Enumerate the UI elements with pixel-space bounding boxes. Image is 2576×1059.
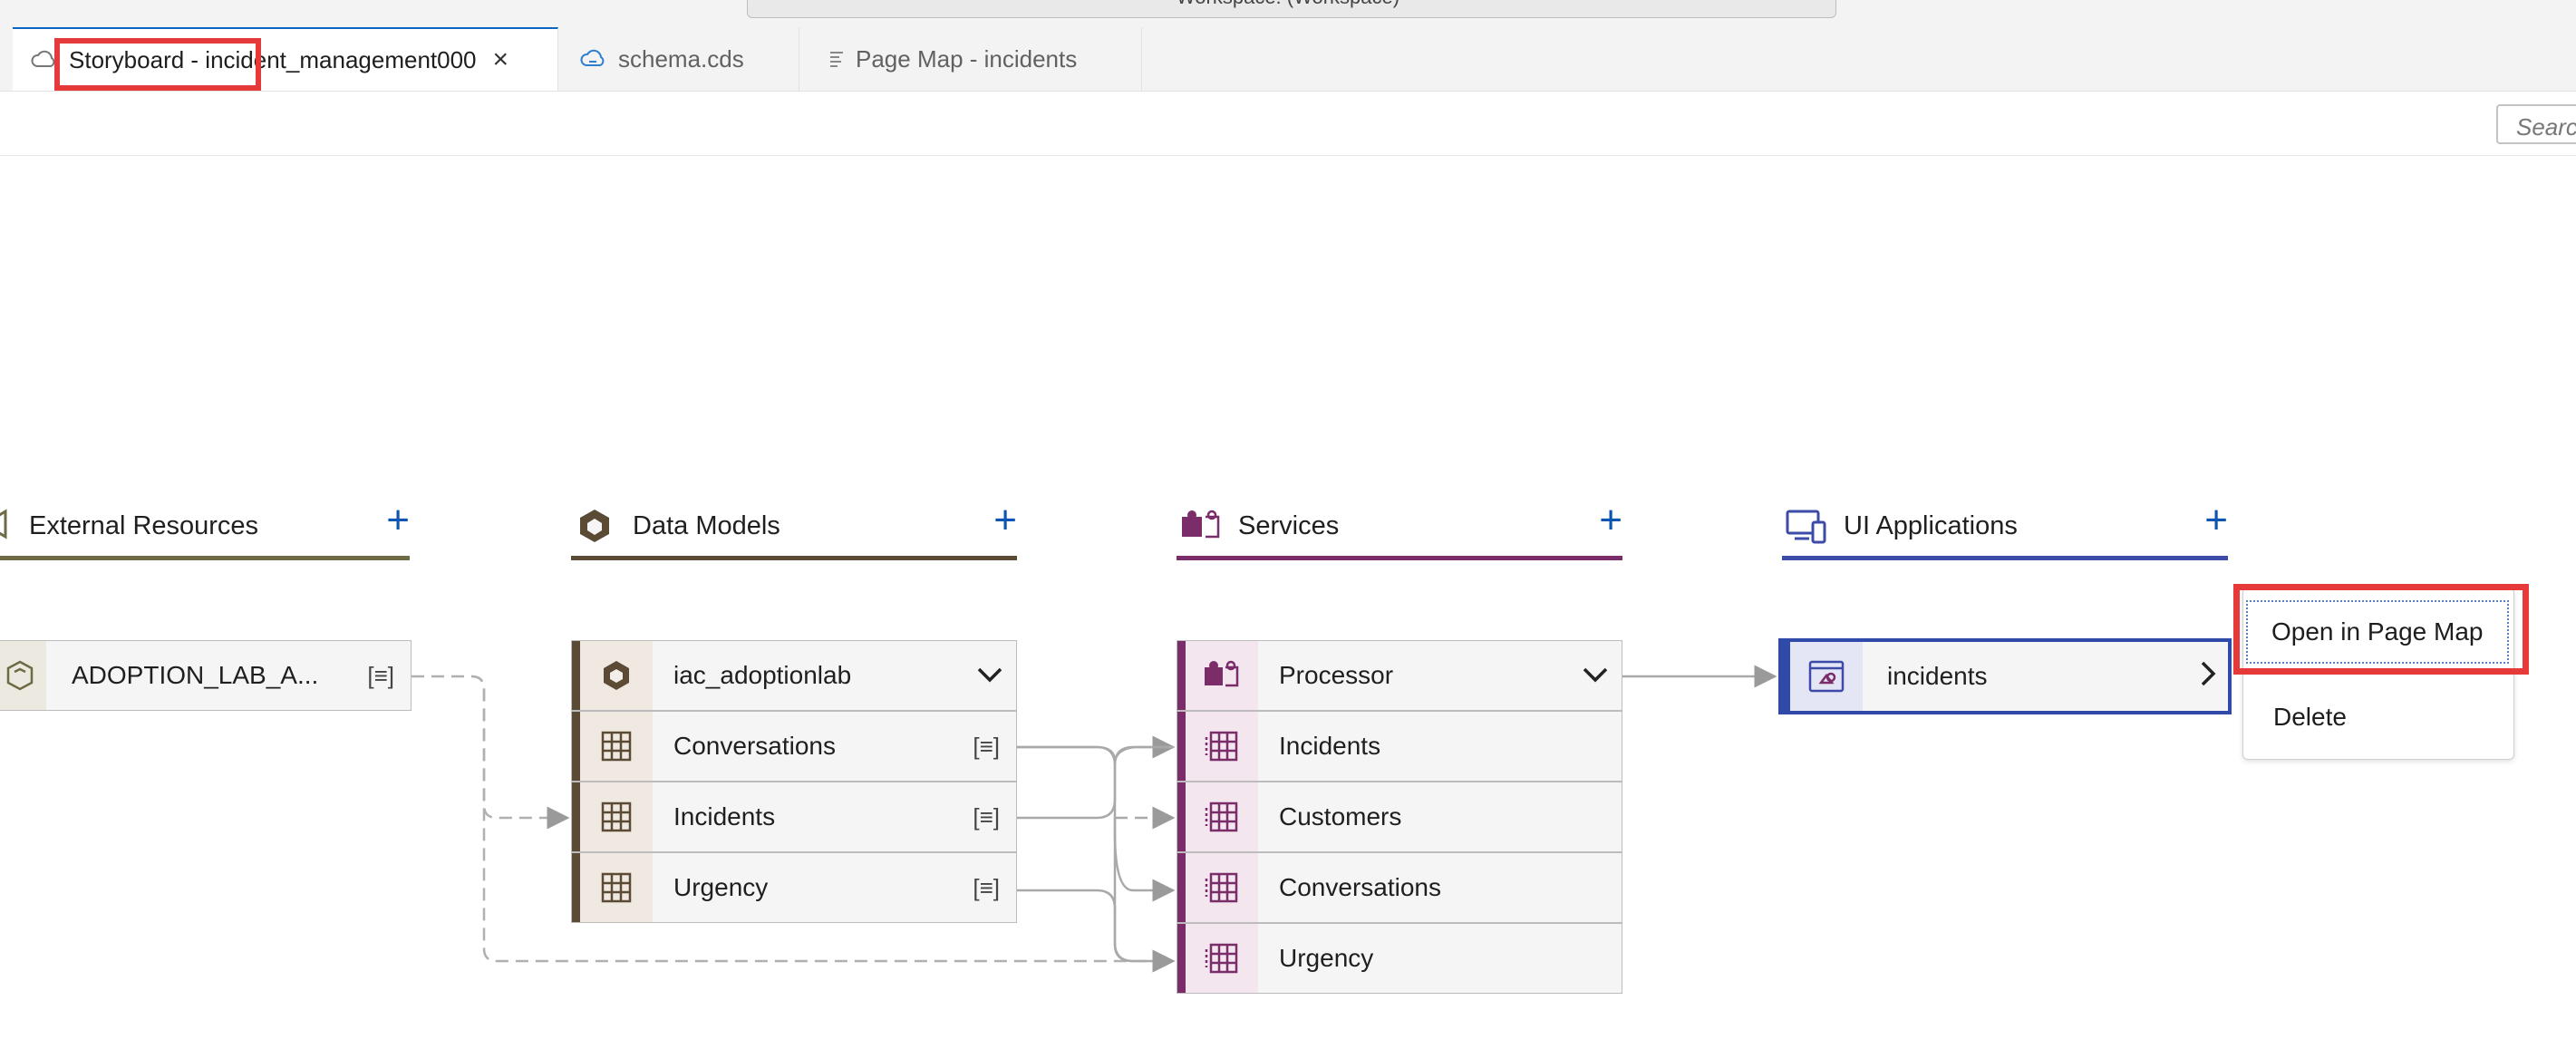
column-title: UI Applications (1844, 511, 2018, 540)
node-label: Conversations (673, 732, 836, 760)
column-header-data-models: Data Models + (571, 500, 1017, 560)
details-icon[interactable]: [≡] (367, 662, 394, 690)
data-model-entity-node[interactable]: Conversations [≡] (571, 711, 1017, 782)
add-service-button[interactable]: + (1599, 500, 1622, 540)
column-title: Services (1238, 511, 1340, 540)
details-icon[interactable]: [≡] (973, 874, 1000, 902)
solid-connector (1113, 818, 1176, 902)
service-entity-node[interactable]: Urgency (1177, 923, 1622, 994)
service-entity-node[interactable]: Conversations (1177, 852, 1622, 923)
service-puzzle-icon (1180, 506, 1220, 546)
column-title: Data Models (633, 511, 780, 540)
node-label: iac_adoptionlab (673, 661, 852, 689)
column-header-ui-applications: UI Applications + (1782, 500, 2228, 560)
column-underline (0, 556, 410, 560)
data-model-group-node[interactable]: iac_adoptionlab (571, 640, 1017, 711)
node-strip (572, 712, 580, 781)
service-entity-icon (1186, 924, 1258, 993)
node-label: Conversations (1279, 873, 1441, 901)
external-resource-node[interactable]: ADOPTION_LAB_A... [≡] (0, 640, 412, 711)
chevron-right-icon[interactable] (2199, 660, 2217, 694)
ui-application-node[interactable]: incidents (1778, 638, 2232, 714)
column-underline (1782, 556, 2228, 560)
node-label: Urgency (1279, 944, 1374, 972)
node-strip (1177, 924, 1186, 993)
data-model-entity-node[interactable]: Incidents [≡] (571, 782, 1017, 852)
details-icon[interactable]: [≡] (973, 803, 1000, 831)
ui-application-devices-icon (1786, 506, 1826, 546)
solid-connector (1017, 735, 1176, 763)
service-group-node[interactable]: Processor (1177, 640, 1622, 711)
data-model-entity-node[interactable]: Urgency [≡] (571, 852, 1017, 923)
service-entity-node[interactable]: Incidents (1177, 711, 1622, 782)
column-title: External Resources (29, 511, 259, 540)
chevron-down-icon[interactable] (976, 662, 1003, 690)
service-entity-node[interactable]: Customers (1177, 782, 1622, 852)
table-grid-icon (580, 853, 653, 922)
column-header-services: Services + (1177, 500, 1622, 560)
column-header-external-resources: External Resources + (0, 500, 410, 560)
node-strip (572, 782, 580, 851)
node-label: Incidents (673, 802, 776, 831)
table-grid-icon (580, 712, 653, 781)
service-entity-icon (1186, 782, 1258, 851)
dashed-connector (412, 675, 570, 830)
highlight-box (2233, 584, 2529, 675)
node-label: Customers (1279, 802, 1402, 831)
service-entity-icon (1186, 853, 1258, 922)
node-strip (572, 641, 580, 710)
node-strip (1177, 782, 1186, 851)
node-strip (572, 853, 580, 922)
node-strip (1177, 853, 1186, 922)
ui-app-window-icon (1790, 642, 1863, 711)
node-strip (1782, 642, 1790, 711)
add-data-model-button[interactable]: + (993, 500, 1017, 540)
solid-connector (1017, 745, 1173, 820)
table-grid-icon (580, 782, 653, 851)
service-entity-icon (1186, 712, 1258, 781)
column-underline (1177, 556, 1622, 560)
node-label: Urgency (673, 873, 769, 901)
node-strip (1177, 641, 1186, 710)
column-underline (571, 556, 1017, 560)
add-ui-application-button[interactable]: + (2204, 500, 2228, 540)
details-icon[interactable]: [≡] (973, 733, 1000, 761)
node-label: Processor (1279, 661, 1394, 689)
solid-connector (1017, 745, 1176, 973)
chevron-down-icon[interactable] (1582, 662, 1609, 690)
node-label: Incidents (1279, 732, 1381, 760)
menu-item-delete[interactable]: Delete (2246, 687, 2509, 747)
add-external-resource-button[interactable]: + (386, 500, 410, 540)
node-label: ADOPTION_LAB_A... (72, 661, 319, 689)
service-puzzle-icon (1186, 641, 1258, 710)
node-label: incidents (1887, 662, 1988, 690)
data-model-cube-icon (575, 506, 615, 546)
node-strip (1177, 712, 1186, 781)
external-resource-icon (0, 641, 46, 710)
data-model-cube-icon (580, 641, 653, 710)
